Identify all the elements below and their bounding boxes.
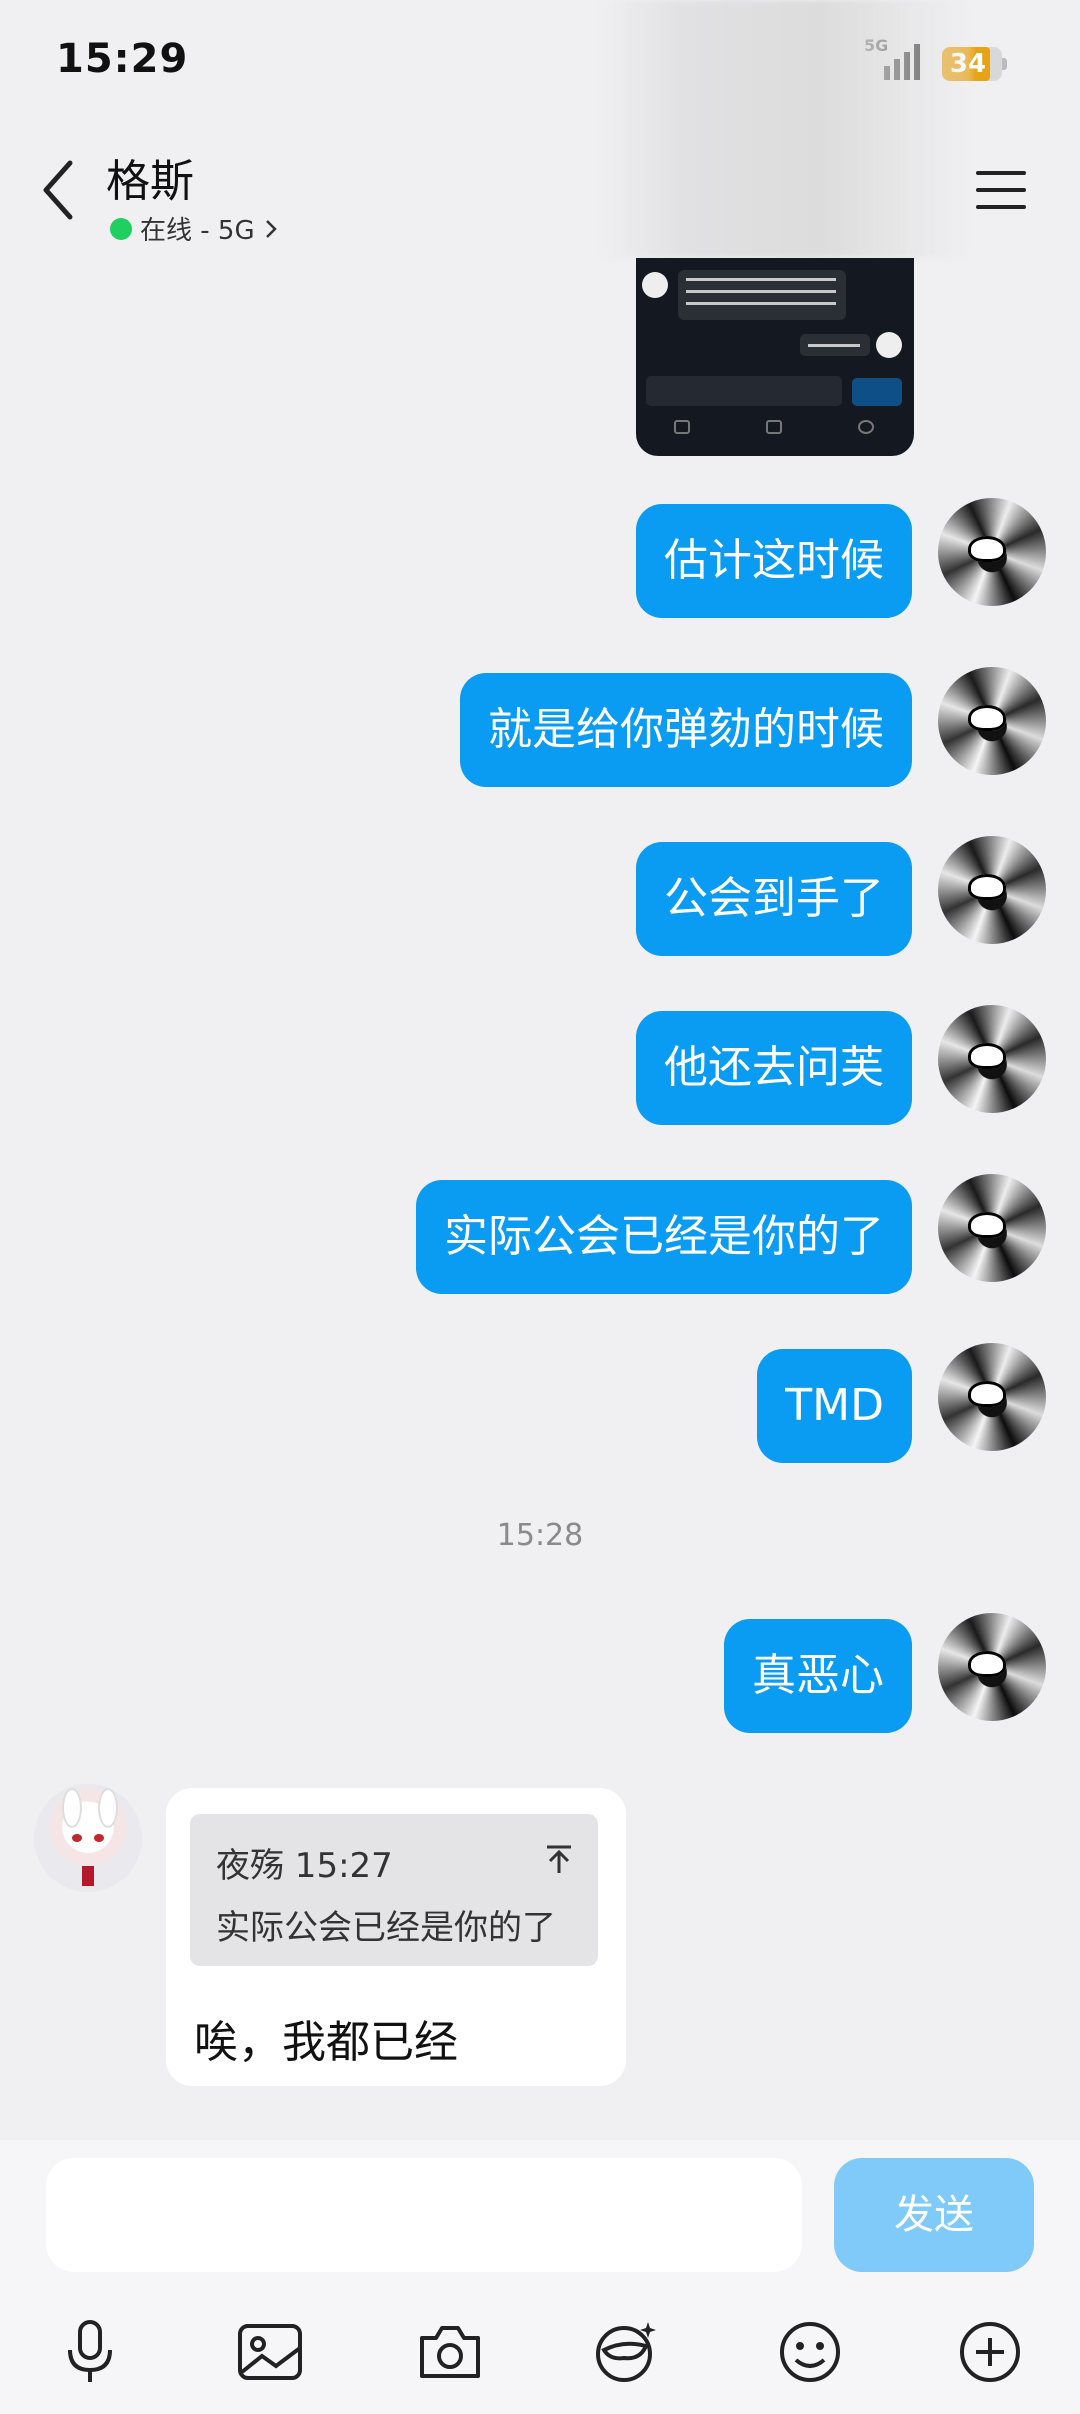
blurred-region	[598, 0, 972, 258]
chevron-right-icon	[265, 219, 277, 238]
my-avatar[interactable]	[938, 1005, 1046, 1113]
camera-icon[interactable]	[414, 2316, 486, 2388]
message-input[interactable]	[46, 2158, 802, 2272]
sticker-icon[interactable]	[590, 2316, 662, 2388]
online-status[interactable]: 在线 - 5G	[110, 210, 279, 247]
plus-icon[interactable]	[954, 2316, 1026, 2388]
message-timestamp: 15:28	[496, 1518, 584, 1553]
send-button[interactable]: 发送	[834, 2158, 1034, 2272]
quoted-reply[interactable]: 夜殇 15:27 实际公会已经是你的了	[190, 1814, 598, 1966]
composer: 发送	[0, 2140, 1080, 2414]
online-dot-icon	[110, 217, 132, 240]
my-avatar[interactable]	[938, 667, 1046, 775]
message-bubble-out[interactable]: 实际公会已经是你的了	[416, 1180, 912, 1294]
online-status-text: 在线 - 5G	[140, 216, 255, 246]
message-bubble-in[interactable]: 夜殇 15:27 实际公会已经是你的了 唉，我都已经	[166, 1788, 626, 2086]
my-avatar[interactable]	[938, 1343, 1046, 1451]
message-text: 唉，我都已经	[194, 2017, 458, 2068]
jump-to-quote-icon[interactable]	[542, 1842, 576, 1876]
message-bubble-out[interactable]: 他还去问芙	[636, 1011, 912, 1125]
my-avatar[interactable]	[938, 1613, 1046, 1721]
my-avatar[interactable]	[938, 1174, 1046, 1282]
image-icon[interactable]	[234, 2316, 306, 2388]
image-message[interactable]	[636, 258, 914, 456]
composer-toolbar	[0, 2300, 1080, 2400]
contact-avatar[interactable]	[34, 1784, 142, 1892]
emoji-icon[interactable]	[774, 2316, 846, 2388]
message-bubble-out[interactable]: TMD	[757, 1349, 912, 1463]
status-time: 15:29	[56, 36, 189, 82]
my-avatar[interactable]	[938, 498, 1046, 606]
message-bubble-out[interactable]: 公会到手了	[636, 842, 912, 956]
message-bubble-out[interactable]: 就是给你弹劾的时候	[460, 673, 912, 787]
menu-icon[interactable]	[974, 165, 1028, 215]
back-arrow-icon[interactable]	[34, 155, 84, 225]
quote-header: 夜殇 15:27	[216, 1846, 393, 1886]
microphone-icon[interactable]	[54, 2316, 126, 2388]
message-bubble-out[interactable]: 估计这时候	[636, 504, 912, 618]
my-avatar[interactable]	[938, 836, 1046, 944]
message-bubble-out[interactable]: 真恶心	[724, 1619, 912, 1733]
quote-text: 实际公会已经是你的了	[216, 1908, 556, 1948]
contact-name[interactable]: 格斯	[106, 145, 194, 209]
